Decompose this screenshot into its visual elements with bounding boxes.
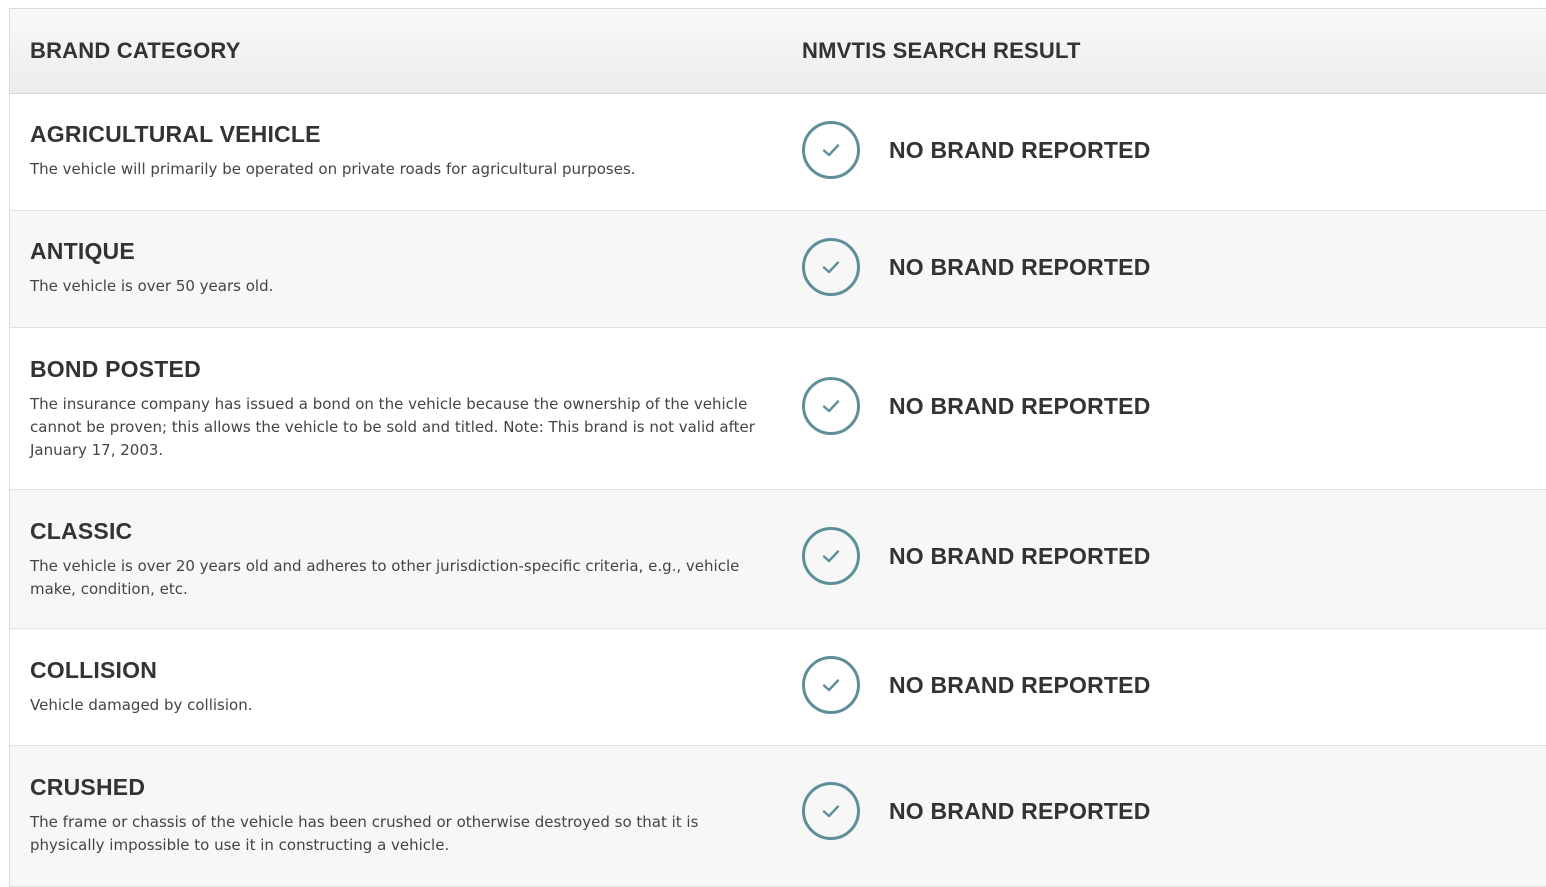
check-circle-icon xyxy=(802,782,860,840)
brand-title: CLASSIC xyxy=(30,518,133,544)
result-label: NO BRAND REPORTED xyxy=(889,797,1151,824)
check-circle-icon xyxy=(802,121,860,179)
search-result-header: NMVTIS SEARCH RESULT xyxy=(802,38,1081,63)
brand-description: The frame or chassis of the vehicle has … xyxy=(30,813,699,854)
table-row: AGRICULTURAL VEHICLE The vehicle will pr… xyxy=(10,94,1546,211)
table-row: COLLISION Vehicle damaged by collision. … xyxy=(10,629,1546,746)
table-row: CRUSHED The frame or chassis of the vehi… xyxy=(10,746,1546,887)
check-circle-icon xyxy=(802,377,860,435)
brand-title: BOND POSTED xyxy=(30,356,201,382)
table-row: CLASSIC The vehicle is over 20 years old… xyxy=(10,490,1546,629)
brand-title: COLLISION xyxy=(30,657,158,683)
brand-category-header: BRAND CATEGORY xyxy=(30,38,241,63)
result-label: NO BRAND REPORTED xyxy=(889,136,1151,163)
table-row: ANTIQUE The vehicle is over 50 years old… xyxy=(10,211,1546,328)
result-label: NO BRAND REPORTED xyxy=(889,542,1151,569)
brand-description: The vehicle is over 50 years old. xyxy=(30,277,274,295)
check-circle-icon xyxy=(802,656,860,714)
search-result-cell: NO BRAND REPORTED xyxy=(802,656,1151,714)
result-label: NO BRAND REPORTED xyxy=(889,253,1151,280)
brand-description: The vehicle will primarily be operated o… xyxy=(30,160,636,178)
result-label: NO BRAND REPORTED xyxy=(889,671,1151,698)
brand-description: The vehicle is over 20 years old and adh… xyxy=(30,557,740,598)
brand-check-table: BRAND CATEGORY NMVTIS SEARCH RESULT AGRI… xyxy=(9,8,1546,887)
search-result-cell: NO BRAND REPORTED xyxy=(802,238,1151,296)
check-circle-icon xyxy=(802,527,860,585)
brand-description: The insurance company has issued a bond … xyxy=(30,395,755,459)
table-header: BRAND CATEGORY NMVTIS SEARCH RESULT xyxy=(10,9,1546,94)
search-result-cell: NO BRAND REPORTED xyxy=(802,782,1151,840)
brand-category-cell: COLLISION Vehicle damaged by collision. xyxy=(30,658,755,717)
brand-title: ANTIQUE xyxy=(30,238,135,264)
search-result-cell: NO BRAND REPORTED xyxy=(802,121,1151,179)
brand-description: Vehicle damaged by collision. xyxy=(30,696,253,714)
brand-category-cell: ANTIQUE The vehicle is over 50 years old… xyxy=(30,239,755,298)
result-label: NO BRAND REPORTED xyxy=(889,392,1151,419)
search-result-cell: NO BRAND REPORTED xyxy=(802,377,1151,435)
check-circle-icon xyxy=(802,238,860,296)
search-result-cell: NO BRAND REPORTED xyxy=(802,527,1151,585)
brand-category-cell: CLASSIC The vehicle is over 20 years old… xyxy=(30,519,755,601)
brand-category-cell: CRUSHED The frame or chassis of the vehi… xyxy=(30,775,755,857)
brand-category-cell: BOND POSTED The insurance company has is… xyxy=(30,357,755,462)
table-row: BOND POSTED The insurance company has is… xyxy=(10,328,1546,490)
brand-category-cell: AGRICULTURAL VEHICLE The vehicle will pr… xyxy=(30,122,755,181)
brand-title: AGRICULTURAL VEHICLE xyxy=(30,121,321,147)
brand-title: CRUSHED xyxy=(30,774,146,800)
